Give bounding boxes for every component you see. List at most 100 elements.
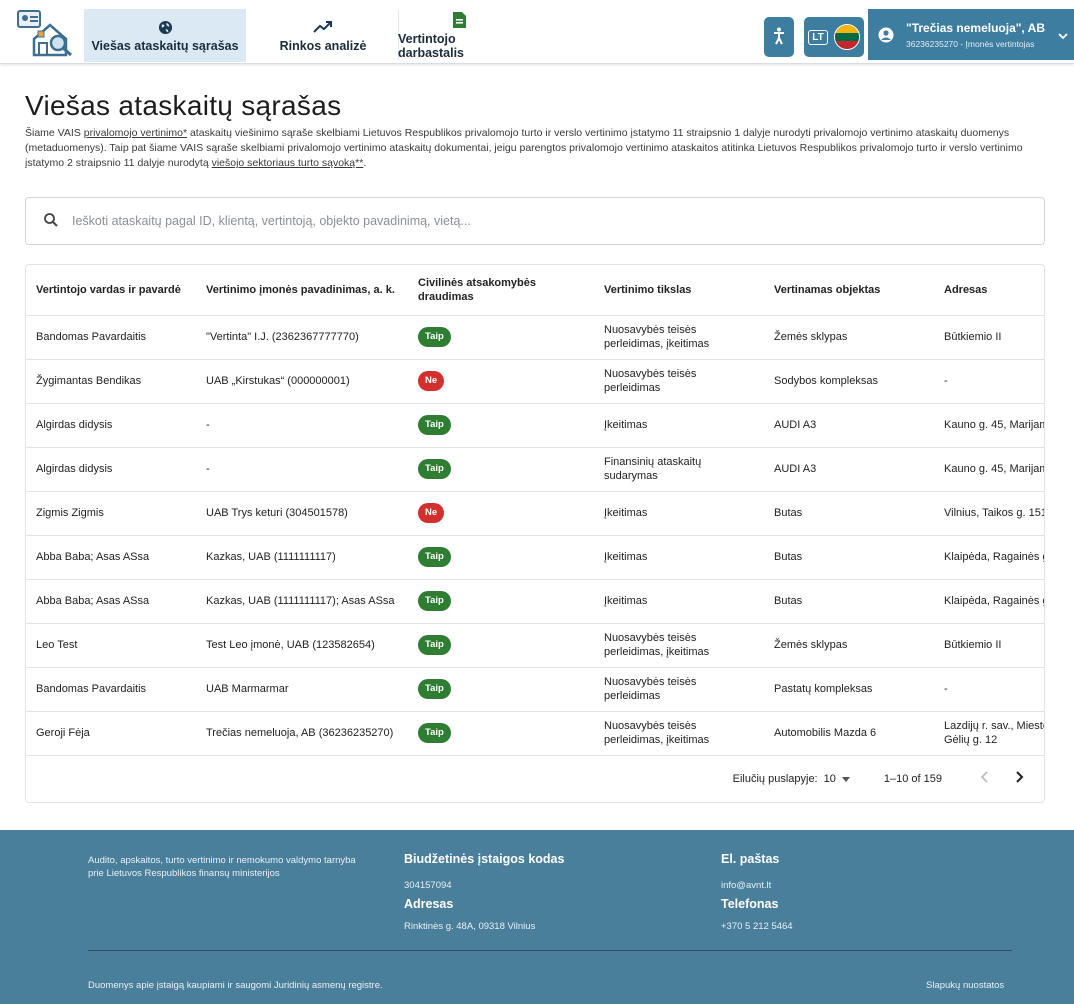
- purpose-cell: Įkeitimas: [594, 491, 764, 536]
- nav-public-reports[interactable]: Viešas ataskaitų sąrašas: [84, 9, 246, 62]
- insurance-status-badge: Taip: [418, 415, 451, 435]
- insurance-status-badge: Taip: [418, 723, 451, 743]
- company-cell: UAB „Kirstukas“ (000000001): [196, 359, 408, 404]
- insurance-cell: Ne: [408, 359, 594, 404]
- purpose-cell: Įkeitimas: [594, 535, 764, 580]
- appraiser-cell: Algirdas didysis: [26, 403, 196, 448]
- object-cell: AUDI A3: [764, 403, 934, 448]
- search-input[interactable]: [72, 214, 972, 228]
- object-cell: AUDI A3: [764, 447, 934, 492]
- footer-email-block: El. paštas info@avnt.lt: [721, 852, 779, 891]
- insurance-status-badge: Ne: [418, 371, 445, 391]
- previous-page-button[interactable]: [972, 770, 996, 788]
- footer-email-value[interactable]: info@avnt.lt: [721, 880, 779, 891]
- company-cell: -: [196, 403, 408, 448]
- page-range: 1–10 of 159: [883, 773, 942, 785]
- insurance-cell: Taip: [408, 447, 594, 492]
- reports-table: Vertintojo vardas ir pavardė Vertinimo į…: [26, 265, 1044, 756]
- table-row[interactable]: Zigmis Zigmis UAB Trys keturi (304501578)…: [26, 491, 1044, 536]
- purpose-cell: Nuosavybės teisės perleidimas: [594, 359, 764, 404]
- chevron-right-icon: [1016, 771, 1024, 783]
- appraiser-cell: Geroji Fėja: [26, 711, 196, 756]
- column-header[interactable]: Vertinamas objektas: [764, 265, 934, 316]
- appraiser-cell: Algirdas didysis: [26, 447, 196, 492]
- user-role: 36236235270 - Įmonės vertintojas: [906, 38, 1035, 49]
- footer-email-label: El. paštas: [721, 852, 780, 866]
- company-cell: UAB Marmarmar: [196, 667, 408, 712]
- trending-up-icon: [313, 18, 333, 36]
- table-row[interactable]: Algirdas didysis - Taip Finansinių ataskait…: [26, 447, 1044, 492]
- vais-logo[interactable]: [16, 9, 76, 57]
- intro-text: Šiame VAIS privalomojo vertinimo* ataska…: [25, 126, 1055, 171]
- dropdown-arrow-icon: [841, 773, 850, 785]
- footer-registry-note: Duomenys apie įstaigą kaupiami ir saugom…: [88, 980, 383, 991]
- insurance-status-badge: Taip: [418, 635, 451, 655]
- address-cell: Būtkiemio II: [934, 315, 1044, 360]
- intro-part: Šiame VAIS: [25, 127, 84, 139]
- table-row[interactable]: Geroji Fėja Trečias nemeluoja, AB (362362…: [26, 711, 1044, 756]
- public-sector-asset-link[interactable]: viešojo sektoriaus turto sąvoką**: [212, 157, 364, 169]
- table-row[interactable]: Žygimantas Bendikas UAB „Kirstukas“ (0000…: [26, 359, 1044, 404]
- insurance-status-badge: Ne: [418, 503, 445, 523]
- table-row[interactable]: Abba Baba; Asas ASsa Kazkas, UAB (1111111…: [26, 535, 1044, 580]
- purpose-cell: Nuosavybės teisės perleidimas, įkeitimas: [594, 711, 764, 756]
- company-cell: Kazkas, UAB (1111111117); Asas ASsa: [196, 579, 408, 624]
- page-title: Viešas ataskaitų sąrašas: [25, 90, 342, 121]
- language-code: LT: [808, 29, 828, 45]
- nav-market-analysis[interactable]: Rinkos analizė: [252, 9, 394, 62]
- lithuania-flag-icon: [833, 24, 860, 50]
- language-selector[interactable]: LT: [804, 17, 864, 57]
- purpose-cell: Nuosavybės teisės perleidimas, įkeitimas: [594, 623, 764, 668]
- table-body: Bandomas Pavardaitis "Vertinta" I.J. (236…: [26, 315, 1044, 756]
- column-header[interactable]: Vertintojo vardas ir pavardė: [26, 265, 196, 316]
- user-menu[interactable]: "Trečias nemeluoja", AB 36236235270 - Įm…: [868, 9, 1074, 60]
- address-cell: -: [934, 667, 1044, 712]
- insurance-cell: Taip: [408, 315, 594, 360]
- object-cell: Butas: [764, 579, 934, 624]
- mandatory-valuation-link[interactable]: privalomojo vertinimo*: [84, 127, 187, 139]
- table-header-row: Vertintojo vardas ir pavardė Vertinimo į…: [26, 265, 1044, 316]
- company-cell: Test Leo įmonė, UAB (123582654): [196, 623, 408, 668]
- address-cell: Būtkiemio II: [934, 623, 1044, 668]
- footer: Audito, apskaitos, turto vertinimo ir ne…: [0, 830, 1074, 1004]
- user-name: "Trečias nemeluoja", AB: [906, 20, 1045, 35]
- nav-appraiser-desk[interactable]: Vertintojo darbastalis: [398, 9, 520, 62]
- nav-label: Rinkos analizė: [279, 39, 367, 53]
- column-header[interactable]: Vertinimo įmonės pavadinimas, a. k.: [196, 265, 408, 316]
- column-header[interactable]: Civilinės atsakomybės draudimas: [408, 265, 594, 316]
- table-row[interactable]: Leo Test Test Leo įmonė, UAB (123582654) T…: [26, 623, 1044, 668]
- intro-part: .: [363, 157, 367, 169]
- rows-per-page-select[interactable]: 10: [824, 773, 850, 785]
- table-row[interactable]: Bandomas Pavardaitis "Vertinta" I.J. (236…: [26, 315, 1044, 360]
- address-cell: Klaipėda, Ragainės g. 1: [934, 535, 1044, 580]
- object-cell: Automobilis Mazda 6: [764, 711, 934, 756]
- table-row[interactable]: Bandomas Pavardaitis UAB Marmarmar Taip Nuo…: [26, 667, 1044, 712]
- appraiser-cell: Abba Baba; Asas ASsa: [26, 579, 196, 624]
- purpose-cell: Įkeitimas: [594, 403, 764, 448]
- insurance-status-badge: Taip: [418, 327, 451, 347]
- object-cell: Sodybos kompleksas: [764, 359, 934, 404]
- chevron-left-icon: [980, 771, 988, 783]
- column-header[interactable]: Vertinimo tikslas: [594, 265, 764, 316]
- column-header[interactable]: Adresas: [934, 265, 1044, 316]
- appraiser-cell: Zigmis Zigmis: [26, 491, 196, 536]
- user-account-icon: [872, 27, 900, 43]
- appraiser-cell: Abba Baba; Asas ASsa: [26, 535, 196, 580]
- search-icon: [44, 212, 58, 230]
- appraiser-cell: Bandomas Pavardaitis: [26, 315, 196, 360]
- top-navigation-bar: Viešas ataskaitų sąrašas Rinkos analizė …: [0, 0, 1074, 64]
- object-cell: Žemės sklypas: [764, 315, 934, 360]
- purpose-cell: Nuosavybės teisės perleidimas, įkeitimas: [594, 315, 764, 360]
- table-row[interactable]: Abba Baba; Asas ASsa Kazkas, UAB (1111111…: [26, 579, 1044, 624]
- footer-phone-value[interactable]: +370 5 212 5464: [721, 921, 793, 932]
- next-page-button[interactable]: [1008, 770, 1032, 788]
- cookie-settings-link[interactable]: Slapukų nuostatos: [926, 980, 1004, 991]
- object-cell: Žemės sklypas: [764, 623, 934, 668]
- document-icon: [452, 11, 466, 29]
- nav-label: Vertintojo darbastalis: [398, 32, 465, 60]
- appraiser-cell: Leo Test: [26, 623, 196, 668]
- accessibility-button[interactable]: [764, 17, 794, 57]
- table-row[interactable]: Algirdas didysis - Taip Įkeitimas AUDI A3 Kau…: [26, 403, 1044, 448]
- company-cell: UAB Trys keturi (304501578): [196, 491, 408, 536]
- insurance-cell: Taip: [408, 711, 594, 756]
